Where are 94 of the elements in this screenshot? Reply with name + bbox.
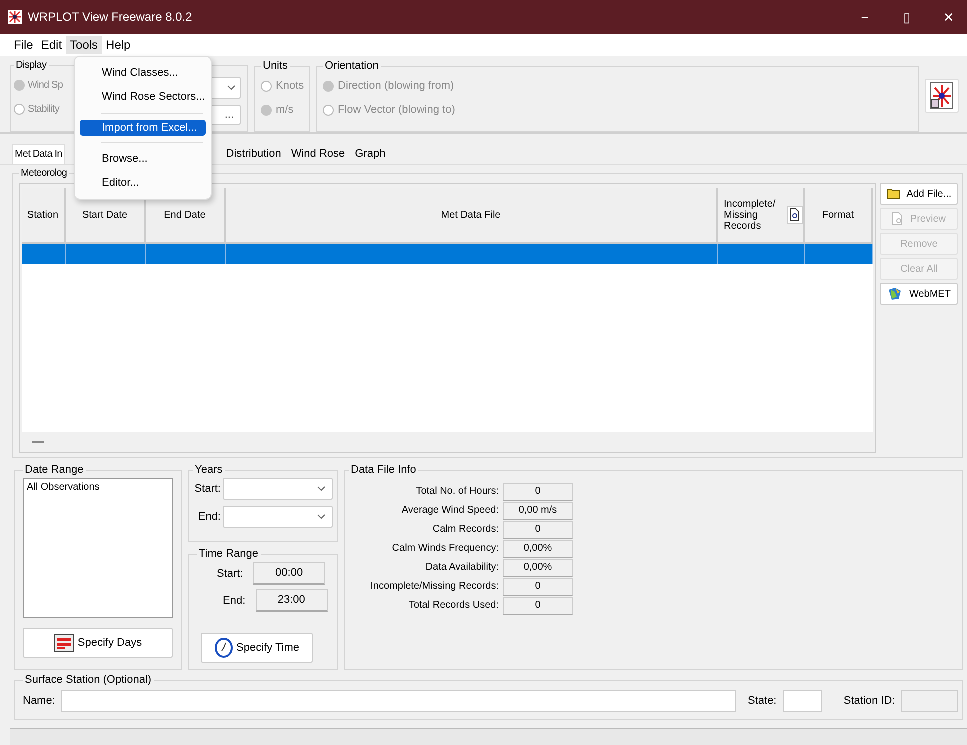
state-field[interactable] [782,690,822,712]
menu-item[interactable]: Tools [66,36,102,54]
info-label: Average Wind Speed: [400,505,500,516]
help-button[interactable] [925,79,959,113]
radio-button[interactable] [14,104,25,114]
time-field[interactable]: 23:00 [256,589,328,612]
table-cell[interactable] [146,244,226,264]
field-label: Start: [217,568,244,580]
document-search-icon [892,212,904,226]
radio-label: Wind Sp [28,80,63,90]
window-control-button[interactable]: − [847,0,883,34]
wind-rose-help-icon [930,82,954,110]
group-title: Years [194,464,224,476]
radio-label: Stability [28,104,60,114]
table-cell[interactable] [22,244,66,264]
radio-label: Knots [276,80,304,92]
dash-icon [32,441,44,443]
side-button[interactable]: WebMET [880,283,958,305]
radio-label: m/s [276,104,294,116]
group-title: Units [262,60,290,72]
globe-icon [887,287,904,301]
column-header[interactable]: Format [805,188,874,244]
time-field[interactable]: 00:00 [253,562,326,585]
info-value: 0 [503,596,573,614]
chevron-down-icon [317,486,326,492]
clock-icon [214,638,233,658]
info-label: Incomplete/Missing Records: [370,581,500,592]
field-label: End: [223,594,246,606]
table-cell[interactable] [718,244,805,264]
radio-button[interactable] [323,80,334,92]
tab[interactable]: Wind Rose [286,144,350,164]
info-value: 0 [503,520,573,538]
menu-item[interactable]: Help [102,36,135,54]
chevron-down-icon [227,85,236,91]
dropdown[interactable] [223,478,333,500]
radio-button[interactable] [14,80,25,90]
menu-option[interactable]: Import from Excel... [80,120,206,136]
table-cell[interactable] [226,244,718,264]
table-cell[interactable] [66,244,146,264]
field-label: Name: [23,694,56,706]
info-label: Total Records Used: [408,600,500,611]
menu-item[interactable]: File [10,36,38,54]
info-label: Data Availability: [424,562,500,573]
chevron-down-icon [317,514,326,520]
dropdown[interactable] [223,506,333,528]
field-label: Start: [194,483,221,495]
radio-button[interactable] [261,80,272,92]
info-value: 0 [503,578,573,596]
preview-icon[interactable] [787,206,803,224]
list-item[interactable]: All Observations [27,482,169,493]
table-cell[interactable] [805,244,874,264]
column-header[interactable]: Station [22,188,66,244]
info-value: 0,00% [503,540,573,558]
info-label: Calm Records: [432,524,500,535]
group-title: Data File Info [350,464,418,476]
menu-item[interactable]: Edit [37,36,66,54]
field-label: Station ID: [844,694,896,706]
radio-label: Flow Vector (blowing to) [338,104,456,116]
field-label: End: [198,511,221,523]
header-label: Incomplete/ Missing Records [724,198,777,232]
station-id-field[interactable] [901,690,958,712]
side-button[interactable]: Add File... [880,183,958,205]
folder-icon [886,188,901,200]
window-control-button[interactable]: ✕ [931,0,967,34]
group-title: Meteorolog [20,168,68,179]
info-value: 0,00 m/s [503,502,573,520]
radio-label: Direction (blowing from) [338,80,454,92]
name-field[interactable] [61,690,736,712]
menu-option[interactable]: Wind Classes... [80,61,206,85]
radio-button[interactable] [261,104,272,116]
info-label: Total No. of Hours: [415,486,500,497]
info-label: Calm Winds Frequency: [391,543,500,554]
specify-days-button[interactable]: Specify Days [23,628,173,658]
info-value: 0 [503,482,573,500]
window-title: WRPLOT View Freeware 8.0.2 [28,10,194,24]
specify-time-button[interactable]: Specify Time [201,633,313,663]
group-title: Surface Station (Optional) [24,674,153,686]
menu-option[interactable]: Browse... [80,147,206,171]
tab[interactable]: Distribution [221,144,286,164]
radio-button[interactable] [323,104,334,116]
tab[interactable]: Graph [350,144,391,164]
app-icon [8,10,22,24]
group-title: Time Range [198,548,260,560]
tab[interactable]: Met Data In [12,144,66,164]
group-title: Date Range [24,464,85,476]
column-header[interactable]: Incomplete/ Missing Records [718,188,805,244]
field-label: State: [748,694,777,706]
group-title: Display [15,60,48,71]
calendar-icon [54,634,74,652]
group-title: Orientation [324,60,380,72]
window-control-button[interactable]: ▯ [889,0,925,34]
column-header[interactable]: Met Data File [226,188,718,244]
info-value: 0,00% [503,558,573,576]
list-box[interactable]: All Observations [23,478,173,618]
